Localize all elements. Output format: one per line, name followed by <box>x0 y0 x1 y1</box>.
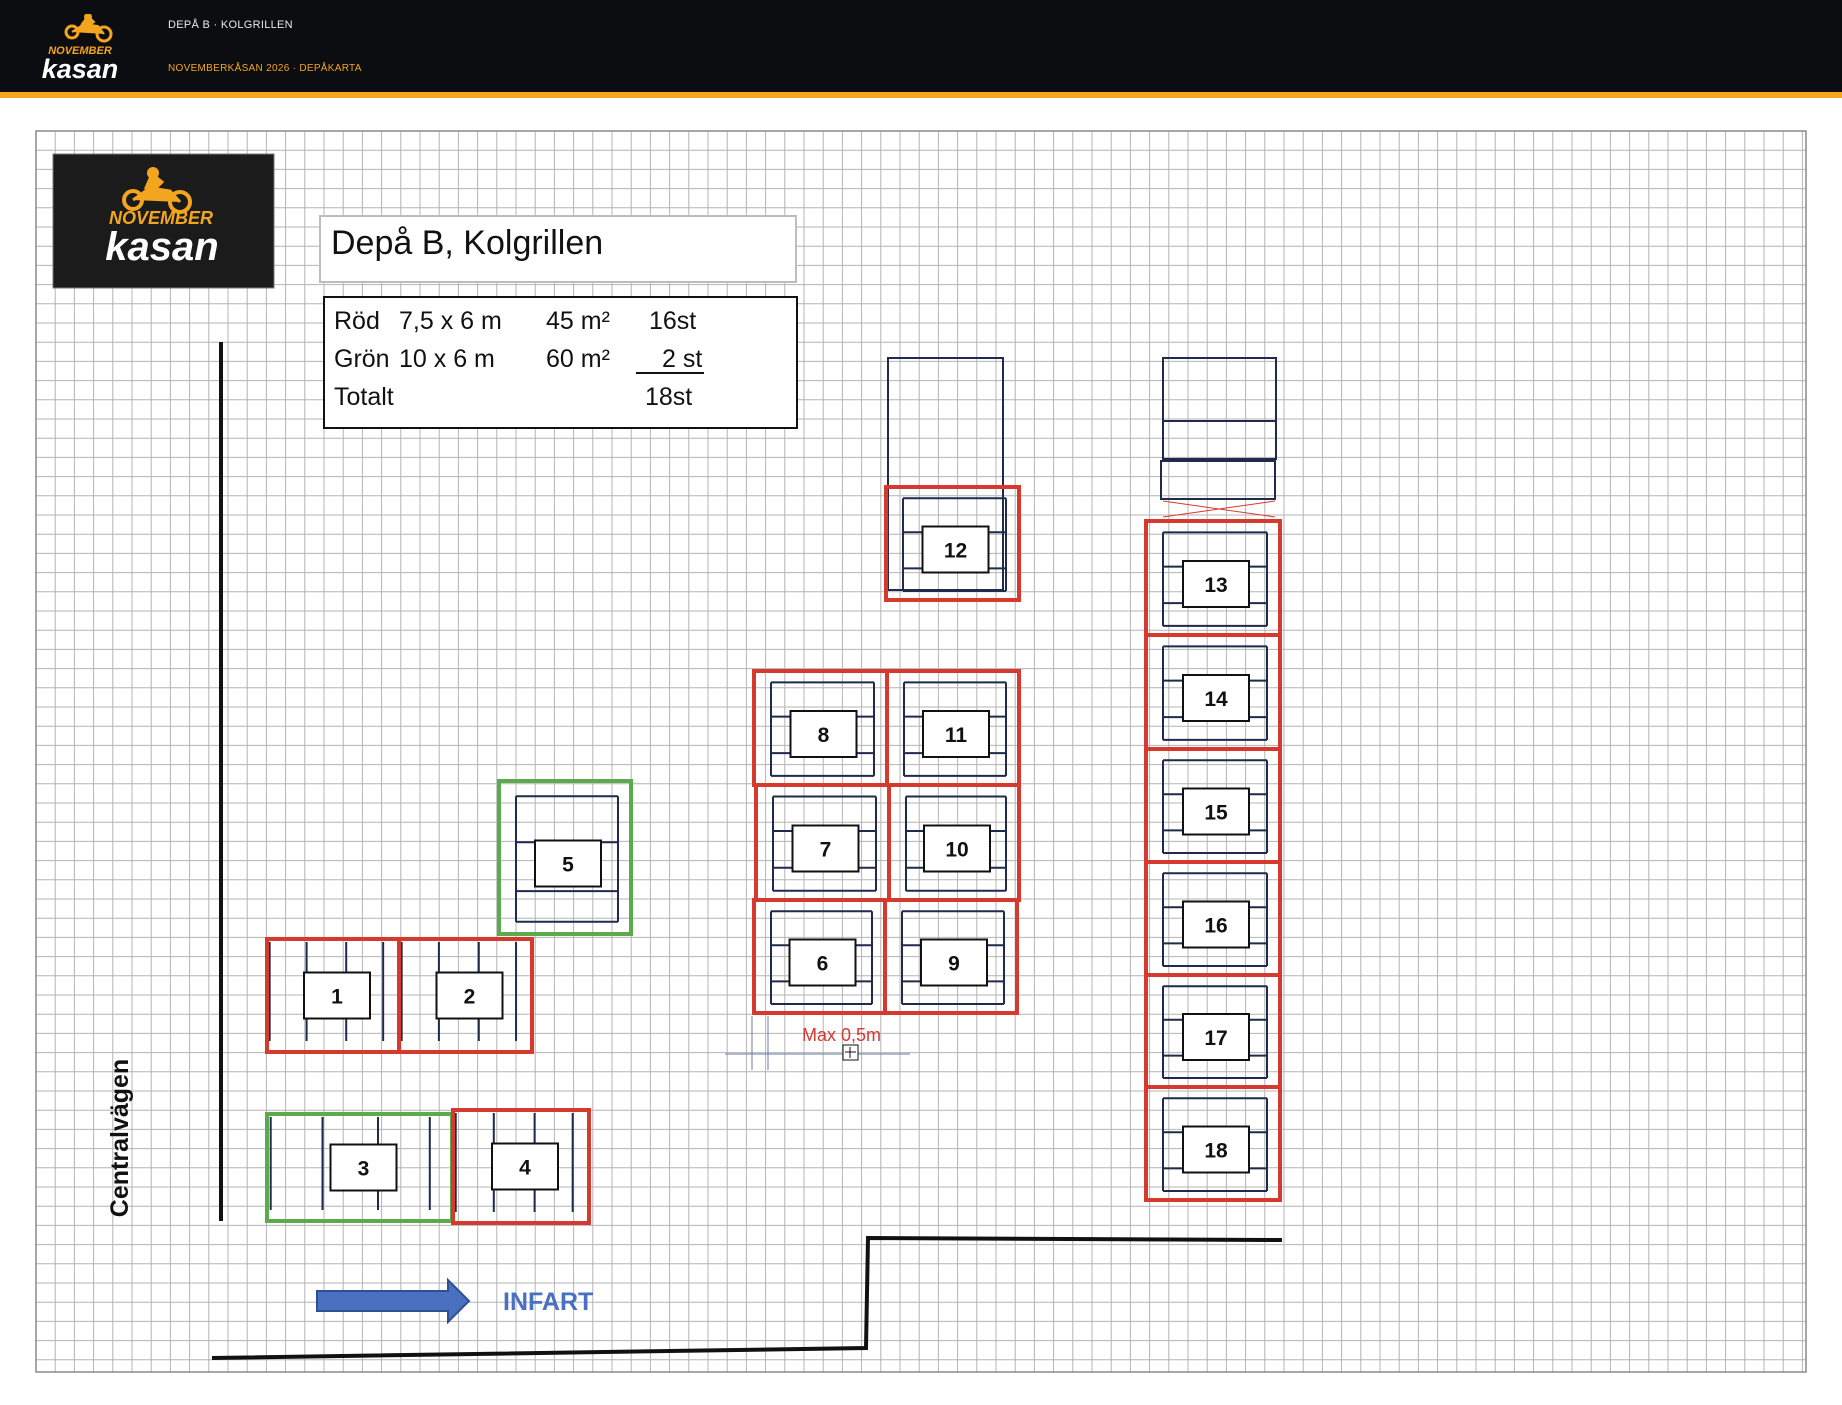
header-bar: NOVEMBER kasan DEPÅ B · KOLGRILLEN NOVEM… <box>0 0 1842 98</box>
logo-line2: kasan <box>105 225 218 269</box>
novemberkasan-logo: NOVEMBER kasan <box>42 14 119 84</box>
info-green-area: 60 m² <box>546 345 610 373</box>
pitch-number: 16 <box>1204 915 1227 938</box>
depot-map: NOVEMBER kasan Depå B, Kolgrillen Röd 7,… <box>0 98 1842 1405</box>
pitch-number: 1 <box>331 986 343 1009</box>
header-title: DEPÅ B · KOLGRILLEN <box>168 19 293 31</box>
pitch-number: 9 <box>948 953 960 976</box>
info-green-label: Grön <box>334 345 390 373</box>
pitch-number: 2 <box>464 986 476 1009</box>
pitch-number: 8 <box>818 724 830 747</box>
pitch-number: 7 <box>820 839 832 862</box>
info-green-count: 2 st <box>662 345 702 373</box>
map-title: Depå B, Kolgrillen <box>331 224 603 262</box>
logo-line2: kasan <box>42 54 119 84</box>
info-total-label: Totalt <box>334 383 394 411</box>
pitch-number: 5 <box>562 854 574 877</box>
pitch-number: 11 <box>945 724 968 747</box>
pitch-number: 17 <box>1204 1027 1227 1050</box>
novemberkasan-logo-large: NOVEMBER kasan <box>52 153 275 289</box>
info-red-label: Röd <box>334 307 380 335</box>
pitch-number: 6 <box>817 953 829 976</box>
road-label: Centralvägen <box>106 1059 134 1217</box>
entry-label: INFART <box>503 1288 593 1316</box>
pitch-summary-table: Röd 7,5 x 6 m 45 m² 16st Grön 10 x 6 m 6… <box>323 296 798 429</box>
pitch-number: 10 <box>945 839 968 862</box>
pitch-number: 12 <box>944 540 967 563</box>
pitch-number: 14 <box>1204 688 1228 711</box>
info-total-count: 18st <box>645 383 692 411</box>
pitch-number: 15 <box>1204 802 1228 825</box>
info-green-size: 10 x 6 m <box>399 345 495 373</box>
pitch-number: 3 <box>358 1158 370 1181</box>
measure-label: Max 0,5m <box>802 1025 881 1045</box>
info-red-area: 45 m² <box>546 307 610 335</box>
pitch-number: 18 <box>1204 1140 1228 1163</box>
info-red-size: 7,5 x 6 m <box>399 307 502 335</box>
pitch-number: 13 <box>1204 574 1227 597</box>
motorbike-rider-icon <box>64 14 113 43</box>
info-red-count: 16st <box>649 307 696 335</box>
header-subtitle: NOVEMBERKÅSAN 2026 · DEPÅKARTA <box>168 63 362 74</box>
pitch-number: 4 <box>519 1157 531 1180</box>
